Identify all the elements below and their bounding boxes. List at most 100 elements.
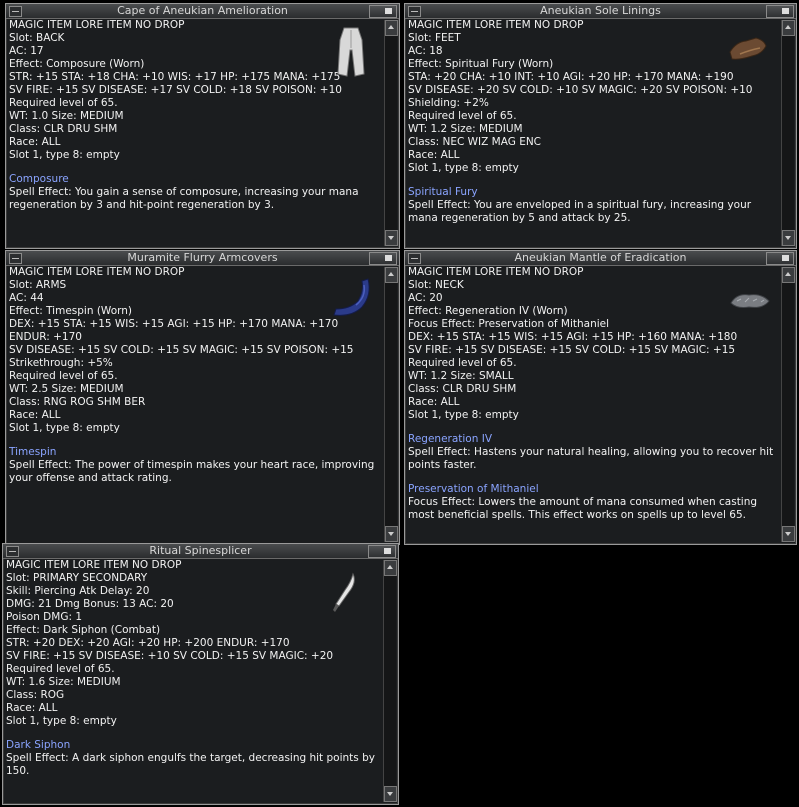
stat-line: Slot: FEET — [408, 32, 461, 44]
stat-line: Required level of 65. — [408, 357, 517, 369]
minimize-button[interactable] — [408, 253, 421, 264]
spell-description: Spell Effect: A dark siphon engulfs the … — [6, 752, 375, 777]
stat-line: WT: 1.6 Size: MEDIUM — [6, 676, 121, 688]
stat-line: Race: ALL — [408, 149, 460, 161]
close-button[interactable] — [368, 545, 396, 558]
spell-description: Focus Effect: Lowers the amount of mana … — [408, 496, 758, 521]
spell-description: Spell Effect: The power of timespin make… — [9, 459, 375, 484]
scroll-up-button[interactable] — [385, 20, 398, 36]
stat-line: Class: RNG ROG SHM BER — [9, 396, 146, 408]
stat-line: MAGIC ITEM LORE ITEM NO DROP — [9, 266, 185, 278]
scrollbar[interactable] — [384, 267, 398, 542]
spell-description: Spell Effect: You gain a sense of compos… — [9, 186, 359, 211]
stat-line: SV DISEASE: +15 SV COLD: +15 SV MAGIC: +… — [9, 344, 354, 356]
window-title: Aneukian Sole Linings — [540, 4, 661, 17]
close-button[interactable] — [766, 5, 794, 18]
stat-line: MAGIC ITEM LORE ITEM NO DROP — [408, 19, 584, 31]
item-details: MAGIC ITEM LORE ITEM NO DROP Slot: FEET AC… — [408, 19, 778, 245]
spell-link[interactable]: Timespin — [9, 446, 381, 459]
stat-line: WT: 2.5 Size: MEDIUM — [9, 383, 124, 395]
spell-link[interactable]: Composure — [9, 173, 381, 186]
stat-line: MAGIC ITEM LORE ITEM NO DROP — [6, 559, 182, 571]
stat-line: Poison DMG: 1 — [6, 611, 83, 623]
stat-line: Effect: Spiritual Fury (Worn) — [408, 58, 554, 70]
scroll-down-button[interactable] — [782, 230, 795, 246]
minimize-button[interactable] — [9, 6, 22, 17]
spell-link[interactable]: Preservation of Mithaniel — [408, 483, 778, 496]
minimize-button[interactable] — [408, 6, 421, 17]
stat-line: Race: ALL — [9, 136, 61, 148]
armcovers-icon — [333, 278, 370, 316]
scroll-up-button[interactable] — [782, 20, 795, 36]
title-bar[interactable]: Ritual Spinesplicer — [3, 544, 398, 559]
spell-link[interactable]: Regeneration IV — [408, 433, 778, 446]
stat-line: Required level of 65. — [9, 370, 118, 382]
close-button[interactable] — [766, 252, 794, 265]
scroll-up-button[interactable] — [384, 560, 397, 576]
stat-line: Race: ALL — [9, 409, 61, 421]
stat-line: Race: ALL — [408, 396, 460, 408]
stat-line: Class: CLR DRU SHM — [408, 383, 517, 395]
title-bar[interactable]: Aneukian Mantle of Eradication — [405, 251, 796, 266]
spell-description: Spell Effect: Hastens your natural heali… — [408, 446, 774, 471]
stat-line: MAGIC ITEM LORE ITEM NO DROP — [9, 19, 185, 31]
stat-line: Focus Effect: Preservation of Mithaniel — [408, 318, 610, 330]
scroll-down-button[interactable] — [385, 526, 398, 542]
stat-line: DEX: +15 STA: +15 WIS: +15 AGI: +15 HP: … — [9, 318, 339, 330]
cape-icon — [337, 27, 365, 77]
stat-line: DMG: 21 Dmg Bonus: 13 AC: 20 — [6, 598, 174, 610]
scrollbar[interactable] — [781, 20, 795, 246]
close-button[interactable] — [369, 252, 397, 265]
stat-line: SV FIRE: +15 SV DISEASE: +15 SV COLD: +1… — [408, 344, 736, 356]
stat-line: WT: 1.2 Size: SMALL — [408, 370, 514, 382]
title-bar[interactable]: Cape of Aneukian Amelioration — [6, 4, 399, 19]
scrollbar[interactable] — [384, 20, 398, 246]
stat-line: Class: CLR DRU SHM — [9, 123, 118, 135]
item-window-0[interactable]: Cape of Aneukian Amelioration MAGIC ITEM… — [5, 3, 400, 249]
stat-line: DEX: +15 STA: +15 WIS: +15 AGI: +15 HP: … — [408, 331, 738, 343]
stat-line: Skill: Piercing Atk Delay: 20 — [6, 585, 150, 597]
stat-line: Slot 1, type 8: empty — [9, 149, 120, 161]
stat-line: Effect: Dark Siphon (Combat) — [6, 624, 161, 636]
stat-line: Slot: NECK — [408, 279, 464, 291]
minimize-button[interactable] — [9, 253, 22, 264]
stat-line: Class: ROG — [6, 689, 65, 701]
scrollbar[interactable] — [383, 560, 397, 802]
item-details: MAGIC ITEM LORE ITEM NO DROP Slot: NECK AC… — [408, 266, 778, 541]
stat-line: AC: 44 — [9, 292, 44, 304]
close-button[interactable] — [369, 5, 397, 18]
spell-link[interactable]: Dark Siphon — [6, 739, 380, 752]
item-window-2[interactable]: Muramite Flurry Armcovers MAGIC ITEM LOR… — [5, 250, 400, 545]
scroll-down-button[interactable] — [782, 526, 795, 542]
item-window-1[interactable]: Aneukian Sole Linings MAGIC ITEM LORE IT… — [404, 3, 797, 249]
scroll-up-button[interactable] — [782, 267, 795, 283]
item-window-4[interactable]: Ritual Spinesplicer MAGIC ITEM LORE ITEM… — [2, 543, 399, 805]
item-window-3[interactable]: Aneukian Mantle of Eradication MAGIC ITE… — [404, 250, 797, 545]
scrollbar[interactable] — [781, 267, 795, 542]
mantle-icon — [730, 294, 770, 308]
minimize-button[interactable] — [6, 546, 19, 557]
spell-link[interactable]: Spiritual Fury — [408, 186, 778, 199]
item-details: MAGIC ITEM LORE ITEM NO DROP Slot: PRIMAR… — [6, 559, 380, 801]
stat-line: Effect: Regeneration IV (Worn) — [408, 305, 568, 317]
stat-line: Effect: Composure (Worn) — [9, 58, 145, 70]
stat-line: Slot: ARMS — [9, 279, 67, 291]
stat-line: Slot 1, type 8: empty — [408, 162, 519, 174]
stat-line: WT: 1.2 Size: MEDIUM — [408, 123, 523, 135]
stat-line: STR: +15 STA: +18 CHA: +10 WIS: +17 HP: … — [9, 71, 341, 83]
stat-line: STR: +20 DEX: +20 AGI: +20 HP: +200 ENDU… — [6, 637, 290, 649]
stat-line: WT: 1.0 Size: MEDIUM — [9, 110, 124, 122]
scroll-down-button[interactable] — [384, 786, 397, 802]
title-bar[interactable]: Aneukian Sole Linings — [405, 4, 796, 19]
item-details: MAGIC ITEM LORE ITEM NO DROP Slot: BACK AC… — [9, 19, 381, 245]
stat-line: AC: 17 — [9, 45, 44, 57]
scroll-up-button[interactable] — [385, 267, 398, 283]
stat-line: SV FIRE: +15 SV DISEASE: +10 SV COLD: +1… — [6, 650, 334, 662]
window-title: Aneukian Mantle of Eradication — [514, 251, 687, 264]
title-bar[interactable]: Muramite Flurry Armcovers — [6, 251, 399, 266]
scroll-down-button[interactable] — [385, 230, 398, 246]
stat-line: Slot 1, type 8: empty — [408, 409, 519, 421]
stat-line: Required level of 65. — [6, 663, 115, 675]
stat-line: Slot 1, type 8: empty — [6, 715, 117, 727]
stat-line: SV DISEASE: +20 SV COLD: +10 SV MAGIC: +… — [408, 84, 753, 96]
